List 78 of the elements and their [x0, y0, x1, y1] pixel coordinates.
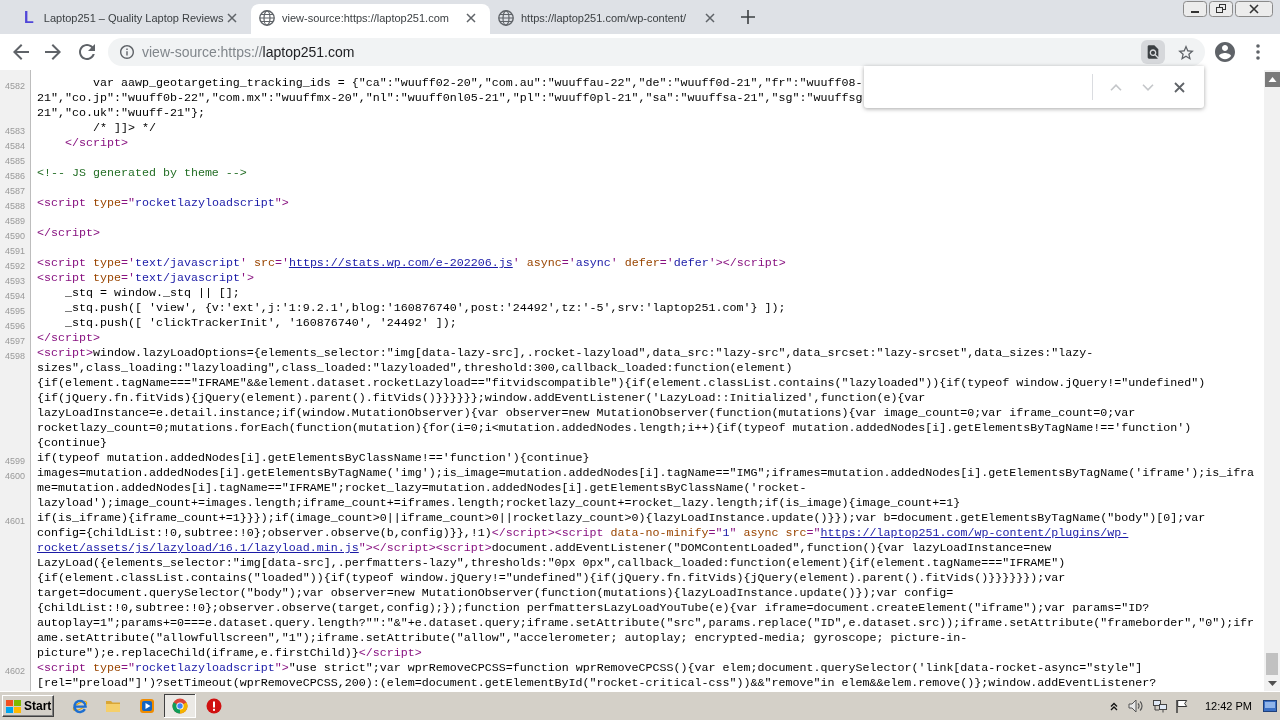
line-number: 4588	[4, 201, 25, 211]
line-number: 4601	[4, 516, 25, 526]
clock: 12:42 PM	[1204, 700, 1252, 712]
globe-icon	[259, 9, 275, 26]
forward-arrow-icon[interactable]	[45, 44, 61, 60]
network-icon[interactable]	[1151, 699, 1168, 713]
line-number: 4593	[4, 276, 25, 286]
code-line: _stq = window._stq || [];	[63, 286, 240, 301]
play-icon[interactable]	[138, 698, 155, 714]
line-number: 4587	[4, 186, 25, 196]
code-line: </script>	[37, 226, 100, 241]
source-link[interactable]: rocket/assets/js/lazyload/16.1/lazyload.min.js	[37, 541, 359, 555]
code-line: /* ]]> */	[91, 121, 156, 136]
line-number: 4583	[4, 126, 25, 136]
browser-logo-icon[interactable]	[164, 694, 197, 718]
close-icon[interactable]	[227, 12, 237, 23]
line-number: 4597	[4, 336, 25, 346]
line-number: 4600	[4, 471, 25, 481]
line-number: 4595	[4, 306, 25, 316]
line-number: 4594	[4, 291, 25, 301]
code-line: _stq.push([ 'clickTrackerInit', '160876740', '24492' ]);	[63, 316, 457, 331]
scrollbar[interactable]	[1264, 70, 1280, 691]
flag-icon[interactable]	[1174, 699, 1189, 713]
browser-tab[interactable]: https://laptop251.com/wp-content/	[490, 4, 729, 34]
line-number: 4585	[4, 156, 25, 166]
code-line: <script type="rocketlazyloadscript">	[37, 196, 289, 211]
code-line: <!-- JS generated by theme -->	[37, 166, 247, 181]
code-line: var aawp_geotargeting_tracking_ids = {"ca":"wuuff02-20","com.au":"wuuffau-22","de":"wuuff0d-21","fr":"wuuff08- 21","co.jp":"wuuff0b-22","com.mx":"wuuffmx-20","nl":"wuuff0nl05-21","pl":"wuuff0pl-21","sa":"wuuffsa-21","sg":"wuuffsg 21","co.uk":"wuuff-21"};	[37, 76, 863, 121]
browser-tab[interactable]: view-source:https://laptop251.com	[251, 4, 490, 34]
line-number: 4596	[4, 321, 25, 331]
browser-tab[interactable]: L Laptop251 – Quality Laptop Reviews	[12, 4, 251, 34]
profile-avatar-icon[interactable]	[1215, 42, 1235, 62]
line-number: 4602	[4, 666, 25, 676]
line-number: 4598	[4, 351, 25, 361]
globe-icon	[498, 9, 514, 26]
code-line: if(is_iframe){iframe_count+=1}}});if(image_count>0||iframe_count>0||rocketlazy_count>0){lazyLoadInstance.update()}});var b=document.getElementsByTagName("body")[0];var config={childList:!0,subtree:!0};observer.observe(b,config)}},!1)</script><script data-no-minify="1" async src="https://laptop251.com/wp-content/plugins/wp- rocket/assets/js/lazyload/16.1/lazyload.min.js"></script><script>document.addEventListener("DOMContentLoaded",function(){var lazyLoadInstance=new LazyLoad({elements_selector:"img[data-src],.perfmatters-lazy",thresholds:"0px 0px",callback_loaded:function(element){if(element.tagName==="IFRAME") {if(element.classList.contains("loaded")){if(typeof window.jQuery!="undefined"){if(jQuery.fn.fitVids){jQuery(element).parent().fitVids()}}}}}});var target=document.querySelector("body");var observer=new MutationObserver(function(mutations){lazyLoadInstance.update()});var config= {childList:!0,subtree:!0};observer.observe(target,config);});function perfmattersLazyLoadYouTube(e){var iframe=document.createElement("iframe");var params="ID? autoplay=1";params+=0===e.dataset.query.length?"":"&"+e.dataset.query;iframe.setAttribute("src",params.replace("ID",e.dataset.src));iframe.setAttribute("frameborder","0");ifr ame.setAttribute("allowfullscreen","1");iframe.setAttribute("allow","accelerometer; autoplay; encrypted-media; gyroscope; picture-in- picture");e.replaceChild(iframe,e.firstChild)}</script>	[37, 511, 1255, 661]
code-line: <script type="rocketlazyloadscript">"use strict";var wprRemoveCPCSS=function wprRemoveCPCSS(){var elem;document.querySelector('link[data-rocket-async="style"] [rel="preload"]')?setTimeout(wprRemoveCPCSS,200):(elem=document.getElementById("rocket-critical-css"))&&"remove"in elem&&elem.remove()};window.addEventListener?	[37, 661, 1157, 691]
site-logo: L	[24, 9, 34, 26]
speaker-icon[interactable]	[1127, 699, 1144, 713]
find-in-page-icon[interactable]	[1141, 40, 1165, 64]
code-line: </script>	[37, 331, 100, 346]
alert-icon[interactable]	[205, 698, 222, 714]
line-number: 4582	[4, 81, 25, 91]
code-line: </script>	[63, 136, 128, 151]
line-number: 4586	[4, 171, 25, 181]
scrollbar-thumb[interactable]	[1266, 653, 1278, 675]
code-line: <script type='text/javascript' src='https://stats.wp.com/e-202206.js' async='async' defer='defer'></script>	[37, 256, 786, 271]
code-line: <script type='text/javascript'>	[37, 271, 254, 286]
scroll-up-icon[interactable]	[1264, 72, 1280, 87]
close-icon[interactable]	[1174, 81, 1185, 93]
line-number: 4599	[4, 456, 25, 466]
start-button[interactable]: Start	[2, 695, 54, 717]
source-link[interactable]: https://laptop251.com/wp-content/plugins/wp-	[820, 526, 1129, 540]
info-icon[interactable]	[120, 45, 134, 59]
close-icon[interactable]	[466, 12, 476, 23]
line-number: 4589	[4, 216, 25, 226]
minimize-icon[interactable]	[1183, 1, 1207, 17]
star-icon[interactable]	[1178, 44, 1194, 60]
e-logo-icon[interactable]	[71, 698, 88, 714]
double-chevron-icon[interactable]	[1109, 701, 1118, 711]
restore-icon[interactable]	[1209, 1, 1233, 17]
back-arrow-icon[interactable]	[13, 44, 29, 60]
reload-icon[interactable]	[79, 44, 95, 60]
scroll-down-icon[interactable]	[1267, 681, 1277, 686]
close-icon[interactable]	[705, 12, 715, 23]
line-number: 4592	[4, 261, 25, 271]
menu-icon[interactable]	[1256, 44, 1260, 60]
line-number: 4590	[4, 231, 25, 241]
line-number: 4584	[4, 141, 25, 151]
show-desktop-icon[interactable]	[1263, 700, 1277, 712]
source-link[interactable]: https://stats.wp.com/e-202206.js	[288, 256, 513, 270]
code-line: if(typeof mutation.addedNodes[i].getElementsByClassName!=='function'){continue}	[37, 451, 590, 466]
address-bar[interactable]: view-source:https://laptop251.com	[108, 38, 1205, 66]
line-number: 4591	[4, 246, 25, 256]
code-line: _stq.push([ 'view', {v:'ext',j:'1:9.2.1',blog:'160876740',post:'24492',tz:'-5',srv:'laptop251.com'} ]);	[63, 301, 786, 316]
plus-icon[interactable]	[741, 10, 755, 24]
windows-logo-icon	[6, 699, 21, 713]
close-window-icon[interactable]	[1235, 1, 1273, 17]
